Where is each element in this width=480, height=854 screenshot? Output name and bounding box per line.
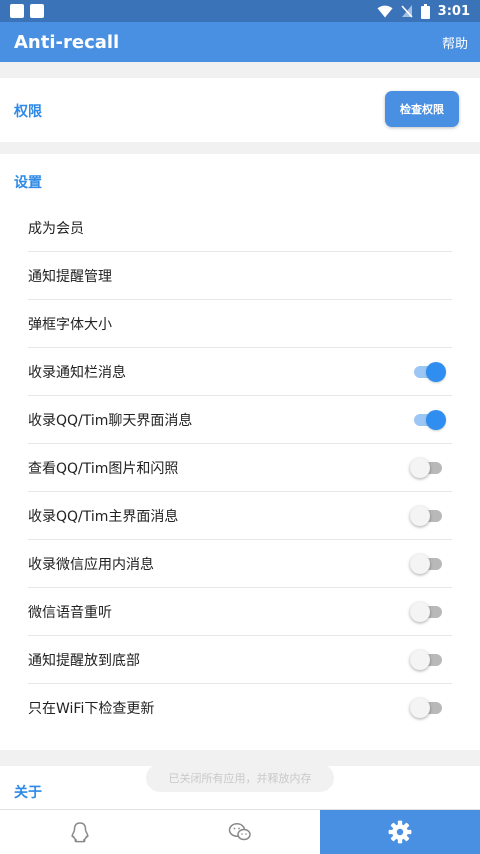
toggle-switch[interactable] [410, 505, 444, 526]
permissions-title: 权限 [14, 104, 42, 120]
app-title: Anti-recall [14, 31, 120, 53]
setting-label: 成为会员 [28, 220, 84, 237]
permissions-card: 权限 检查权限 [0, 78, 480, 142]
bottom-nav [0, 809, 480, 854]
setting-label: 收录QQ/Tim主界面消息 [28, 508, 179, 525]
status-bar: 3:01 [0, 0, 480, 22]
setting-record-notification-bar[interactable]: 收录通知栏消息 [28, 348, 452, 396]
notification-square-icon [30, 4, 44, 18]
nav-tab-qq[interactable] [0, 810, 160, 854]
nav-tab-wechat[interactable] [160, 810, 320, 854]
setting-become-member[interactable]: 成为会员 [28, 204, 452, 252]
setting-label: 查看QQ/Tim图片和闪照 [28, 460, 179, 477]
setting-record-wechat[interactable]: 收录微信应用内消息 [28, 540, 452, 588]
setting-label: 只在WiFi下检查更新 [28, 701, 155, 717]
nav-tab-settings[interactable] [320, 810, 480, 854]
help-button[interactable]: 帮助 [442, 33, 468, 52]
setting-notification-bottom[interactable]: 通知提醒放到底部 [28, 636, 452, 684]
setting-label: 弹框字体大小 [28, 316, 112, 333]
setting-label: 通知提醒放到底部 [28, 652, 140, 669]
no-signal-icon [401, 5, 413, 18]
battery-icon [420, 3, 430, 19]
settings-scroll-area[interactable]: 权限 检查权限 设置 成为会员 通知提醒管理 弹框字体大小 收录通知栏消息 收录… [0, 62, 480, 809]
setting-view-qq-images[interactable]: 查看QQ/Tim图片和闪照 [28, 444, 452, 492]
app-bar: Anti-recall 帮助 [0, 22, 480, 62]
qq-penguin-icon [71, 822, 89, 843]
status-notifications [10, 4, 44, 18]
settings-list: 成为会员 通知提醒管理 弹框字体大小 收录通知栏消息 收录QQ/Tim聊天界面消… [28, 204, 452, 732]
toggle-switch[interactable] [410, 553, 444, 574]
toggle-switch[interactable] [410, 457, 444, 478]
setting-label: 微信语音重听 [28, 604, 112, 621]
status-time: 3:01 [437, 3, 470, 19]
toast-message: 已关闭所有应用，并释放内存 [146, 764, 334, 792]
setting-label: 收录微信应用内消息 [28, 556, 154, 573]
notification-square-icon [10, 4, 24, 18]
setting-label: 收录QQ/Tim聊天界面消息 [28, 412, 193, 429]
wifi-icon [377, 5, 393, 17]
setting-record-qq-chat[interactable]: 收录QQ/Tim聊天界面消息 [28, 396, 452, 444]
toggle-switch[interactable] [410, 649, 444, 670]
toggle-switch[interactable] [414, 361, 446, 382]
settings-title: 设置 [14, 175, 42, 191]
status-indicators: 3:01 [377, 3, 470, 19]
setting-wifi-only-update[interactable]: 只在WiFi下检查更新 [28, 684, 452, 732]
check-permissions-button[interactable]: 检查权限 [385, 91, 459, 127]
setting-record-qq-main[interactable]: 收录QQ/Tim主界面消息 [28, 492, 452, 540]
toggle-switch[interactable] [414, 409, 446, 430]
setting-label: 收录通知栏消息 [28, 364, 126, 381]
setting-notification-manage[interactable]: 通知提醒管理 [28, 252, 452, 300]
toggle-switch[interactable] [410, 601, 444, 622]
gear-icon [388, 820, 412, 844]
wechat-icon [228, 823, 251, 841]
settings-card: 设置 成为会员 通知提醒管理 弹框字体大小 收录通知栏消息 收录QQ/Tim聊天… [0, 154, 480, 750]
about-title: 关于 [14, 785, 42, 801]
setting-label: 通知提醒管理 [28, 268, 112, 285]
setting-wechat-voice-replay[interactable]: 微信语音重听 [28, 588, 452, 636]
setting-dialog-font-size[interactable]: 弹框字体大小 [28, 300, 452, 348]
toggle-switch[interactable] [410, 698, 444, 718]
